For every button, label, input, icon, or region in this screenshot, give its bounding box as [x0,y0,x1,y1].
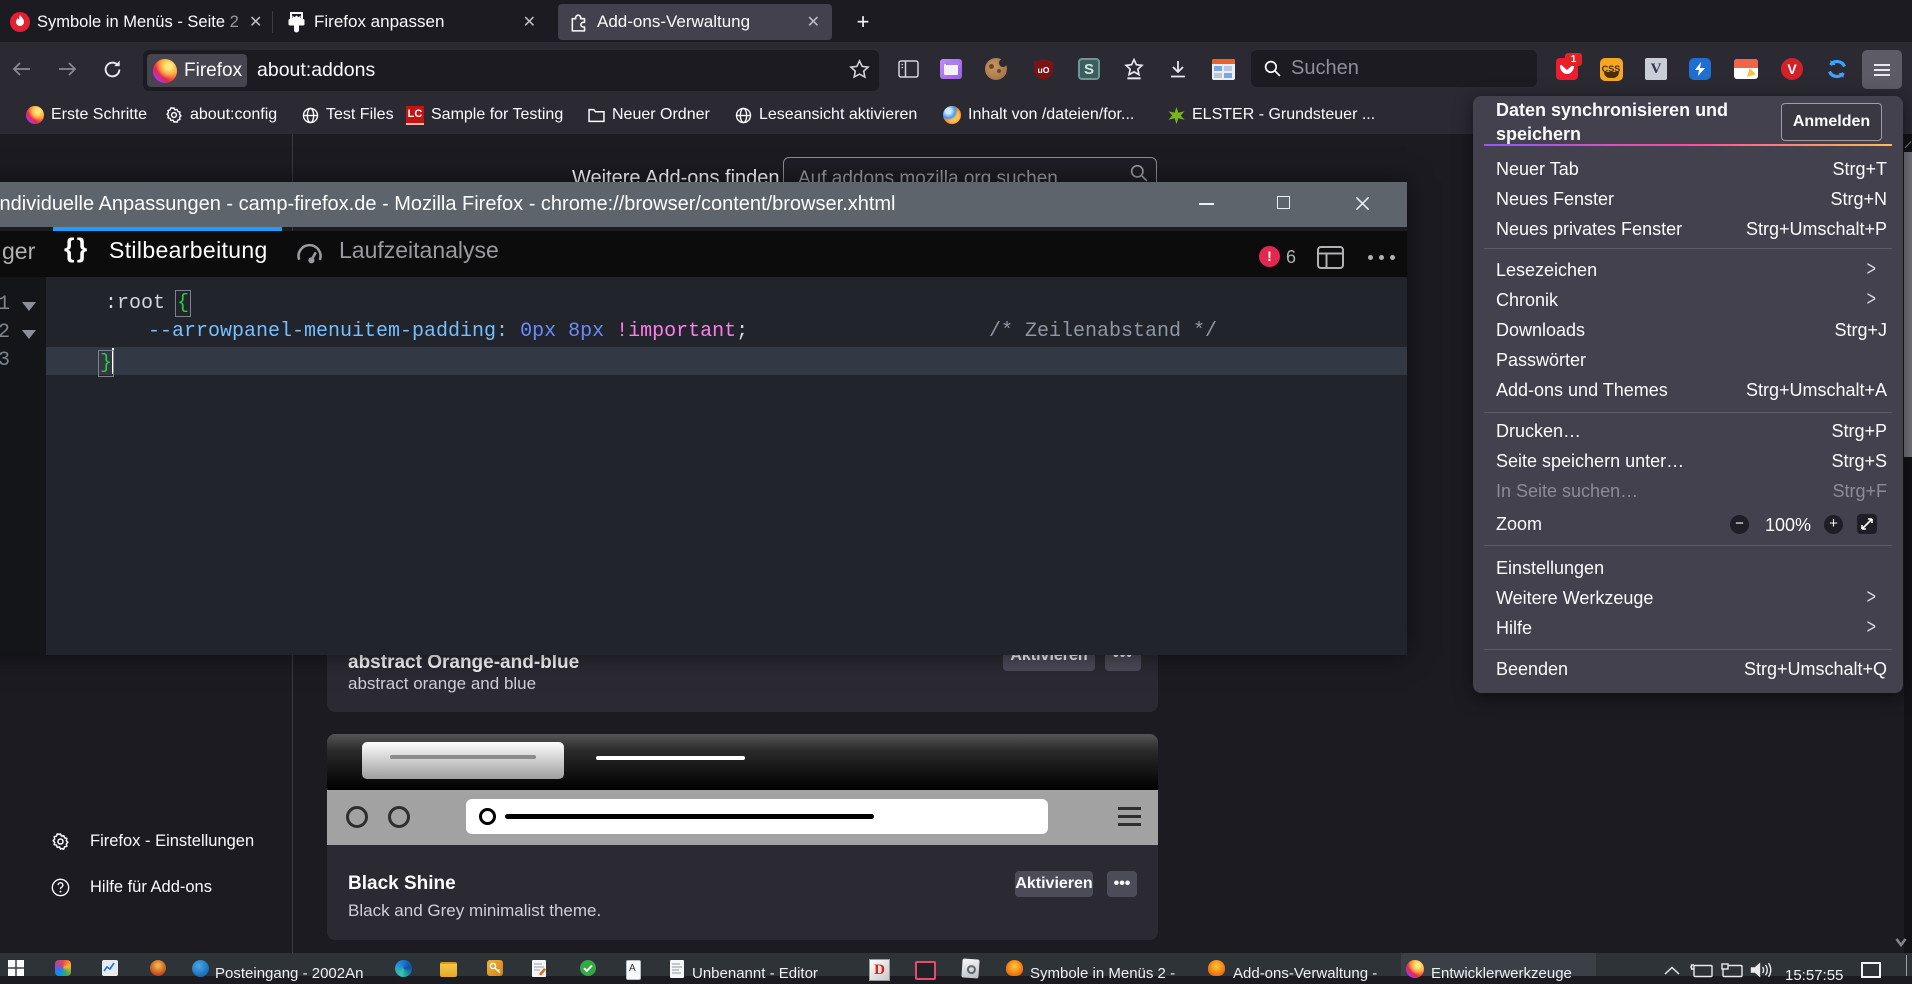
svg-text:uO: uO [1037,64,1049,74]
